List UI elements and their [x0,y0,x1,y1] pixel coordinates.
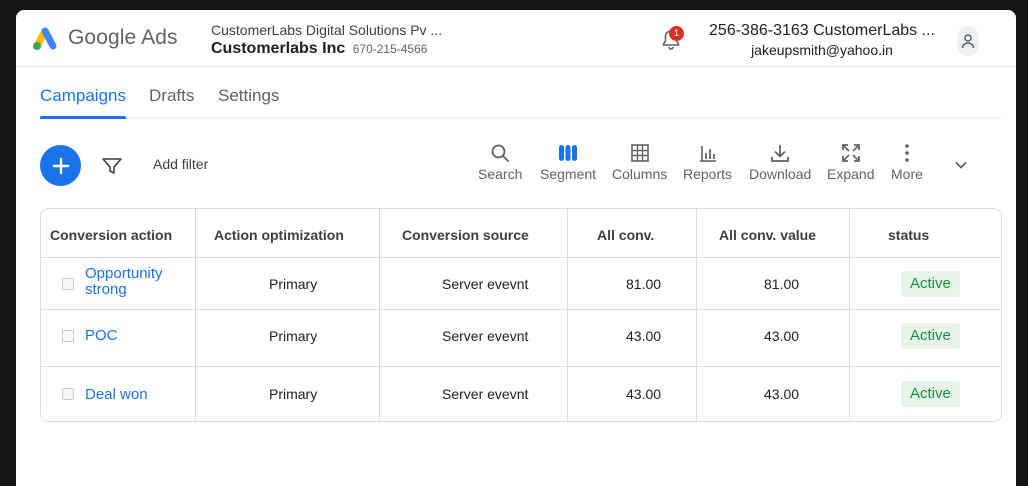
avatar[interactable] [957,26,979,56]
active-tab-indicator [40,116,126,119]
status-badge: Active [901,271,960,297]
status-badge: Active [901,381,960,407]
all-conv-value-cell: 81.00 [764,276,800,292]
columns-label: Columns [612,166,668,182]
reports-label: Reports [683,166,733,182]
segment-button[interactable]: Segment [540,142,596,182]
more-button[interactable]: More [891,142,923,182]
google-ads-window: Google Ads CustomerLabs Digital Solution… [16,10,1016,486]
reports-icon [699,146,716,162]
column-divider [849,209,850,421]
tab-settings[interactable]: Settings [218,86,279,106]
chevron-down-icon[interactable] [950,154,972,176]
search-button[interactable]: Search [478,142,522,182]
download-label: Download [749,166,812,182]
plus-icon [52,157,69,174]
status-badge: Active [901,323,960,349]
columns-icon [630,144,649,162]
row-checkbox[interactable] [62,330,74,342]
conversion-action-name: POC [85,327,118,344]
filter-icon[interactable] [100,154,124,178]
column-header-all-conv-value[interactable]: All conv. value [719,227,816,243]
column-divider [696,209,697,421]
google-ads-logo-icon [33,27,57,50]
column-header-all-conv[interactable]: All conv. [597,227,654,243]
conversion-action-link[interactable]: Deal won [85,387,148,403]
column-header-action-optimization[interactable]: Action optimization [214,227,344,243]
add-filter-button[interactable]: Add filter [153,156,208,172]
expand-label: Expand [827,166,875,182]
all-conv-cell: 43.00 [626,386,662,402]
all-conv-value-cell: 43.00 [764,328,800,344]
action-optimization-cell: Primary [269,276,318,292]
row-checkbox[interactable] [62,388,74,400]
main-tabs: Campaigns Drafts Settings [40,66,1002,119]
account-company: CustomerLabs Digital Solutions Pv ... [211,22,443,38]
row-checkbox[interactable] [62,278,74,290]
action-optimization-cell: Primary [269,386,318,402]
download-icon [771,145,790,162]
create-button[interactable] [40,145,81,186]
conversion-action-name: Opportunity [85,265,163,282]
all-conv-cell: 43.00 [626,328,662,344]
reports-button[interactable]: Reports [683,142,732,182]
row-divider [41,366,1001,367]
conversion-action-link[interactable]: POC [85,328,118,344]
row-divider [41,257,1001,258]
google-ads-logo[interactable]: Google Ads [30,24,178,52]
user-info[interactable]: 256-386-3163 CustomerLabs ... jakeupsmit… [706,22,938,58]
notification-badge: 1 [669,26,684,41]
conversion-source-cell: Server evevnt [442,328,529,344]
column-divider [567,209,568,421]
conversion-action-name: Deal won [85,386,148,403]
conversion-source-cell: Server evevnt [442,276,529,292]
column-header-conversion-action[interactable]: Conversion action [50,227,172,243]
all-conv-value-cell: 43.00 [764,386,800,402]
column-header-status[interactable]: status [888,227,929,243]
segment-label: Segment [540,166,597,182]
user-phone: 256-386-3163 CustomerLabs ... [709,22,935,39]
logo-text: Google Ads [68,26,178,49]
top-header: Google Ads CustomerLabs Digital Solution… [16,10,1016,67]
conversion-source-cell: Server evevnt [442,386,529,402]
tab-drafts[interactable]: Drafts [149,86,194,106]
columns-button[interactable]: Columns [612,142,667,182]
user-email: jakeupsmith@yahoo.in [751,42,893,58]
user-icon [961,34,975,49]
search-icon [491,144,510,162]
column-divider [379,209,380,421]
column-header-conversion-source[interactable]: Conversion source [402,227,529,243]
search-label: Search [478,166,523,182]
tab-campaigns[interactable]: Campaigns [40,86,126,106]
row-divider [41,309,1001,310]
action-optimization-cell: Primary [269,328,318,344]
more-icon [905,144,909,162]
conversions-table: Conversion action Action optimization Co… [40,208,1002,422]
all-conv-cell: 81.00 [626,276,662,292]
expand-button[interactable]: Expand [827,142,874,182]
expand-icon [841,144,860,162]
account-id: 670-215-4566 [352,42,428,56]
account-name: Customerlabs Inc [211,40,346,57]
download-button[interactable]: Download [749,142,811,182]
account-selector[interactable]: CustomerLabs Digital Solutions Pv ... Cu… [211,22,442,58]
conversion-action-name-cont: strong [85,281,127,298]
more-label: More [891,166,923,182]
column-divider [195,209,196,421]
conversion-action-link[interactable]: Opportunity strong [85,266,163,298]
segment-icon [559,145,578,161]
